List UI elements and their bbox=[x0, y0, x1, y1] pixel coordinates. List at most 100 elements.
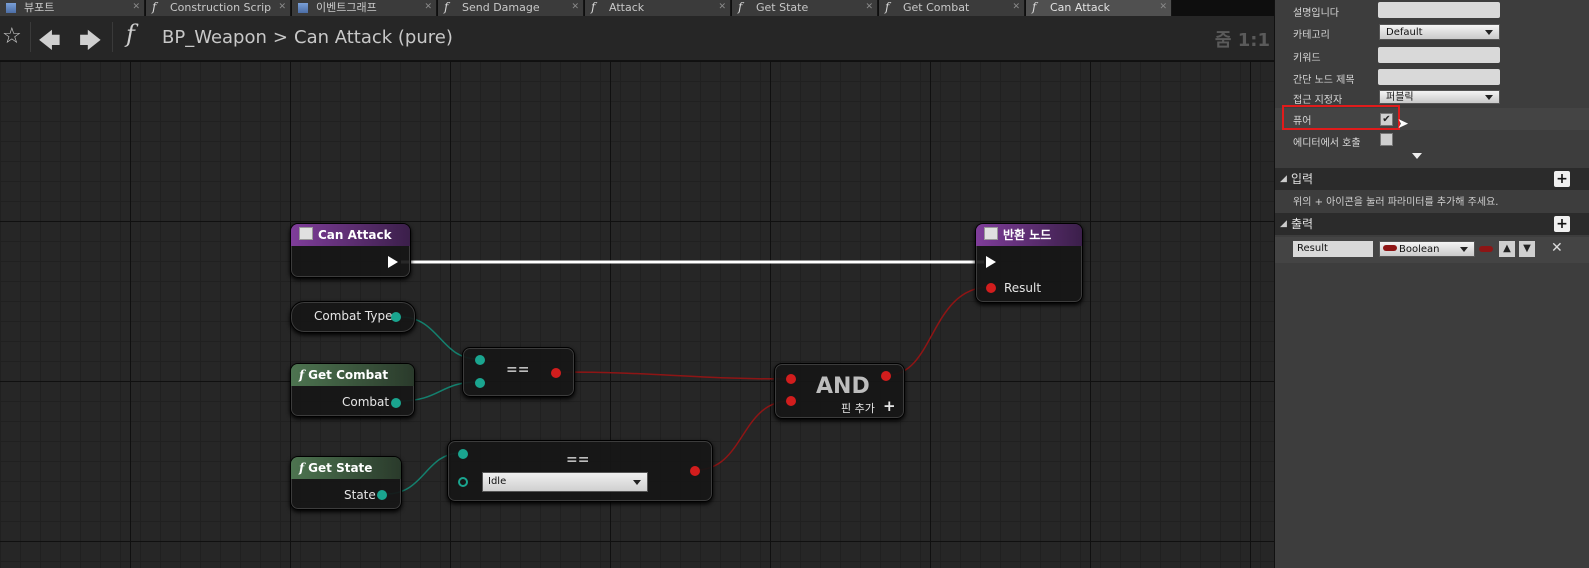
equal-enum-node-2[interactable]: == Idle bbox=[447, 440, 713, 502]
close-icon[interactable]: ✕ bbox=[278, 1, 286, 14]
tab-get-state[interactable]: f Get State ✕ bbox=[732, 0, 878, 16]
equal2-input-b-pin[interactable] bbox=[458, 477, 468, 487]
combat-output-pin[interactable] bbox=[391, 398, 401, 408]
node-title: Get Combat bbox=[308, 368, 389, 382]
inputs-hint-text: 위의 + 아이콘을 눌러 파라미터를 추가해 주세요. bbox=[1293, 197, 1499, 208]
function-entry-node[interactable]: Can Attack bbox=[290, 223, 411, 278]
close-icon[interactable]: ✕ bbox=[1012, 1, 1020, 14]
enum-selected-value: Idle bbox=[488, 476, 507, 487]
tab-event-graph[interactable]: 이벤트그래프 ✕ bbox=[292, 0, 437, 16]
row-label: 카테고리 bbox=[1293, 30, 1330, 41]
add-output-button[interactable]: + bbox=[1554, 216, 1570, 232]
node-header: f Get State bbox=[291, 457, 401, 479]
chevron-down-icon bbox=[1460, 247, 1468, 252]
add-pin-label[interactable]: 핀 추가 bbox=[841, 400, 875, 416]
equal2-input-a-pin[interactable] bbox=[458, 449, 468, 459]
tab-construction-script[interactable]: f Construction Scrip ✕ bbox=[146, 0, 291, 16]
function-icon: f bbox=[444, 0, 449, 14]
star-icon[interactable]: ☆ bbox=[2, 24, 22, 49]
function-icon: f bbox=[299, 368, 305, 382]
close-icon[interactable]: ✕ bbox=[424, 1, 432, 14]
result-input-pin[interactable] bbox=[986, 283, 996, 293]
tab-label: 뷰포트 bbox=[24, 1, 55, 14]
equal1-output-pin[interactable] bbox=[551, 368, 561, 378]
category-select[interactable]: Default bbox=[1379, 24, 1500, 40]
add-pin-icon[interactable]: + bbox=[883, 397, 896, 415]
row-label: 간단 노드 제목 bbox=[1293, 75, 1355, 86]
chevron-down-icon bbox=[1485, 30, 1493, 35]
tab-attack[interactable]: f Attack ✕ bbox=[585, 0, 731, 16]
row-label: 설명입니다 bbox=[1293, 8, 1339, 19]
node-title: Can Attack bbox=[318, 228, 392, 242]
close-icon[interactable]: ✕ bbox=[571, 1, 579, 14]
and-output-pin[interactable] bbox=[881, 371, 891, 381]
output-param-name-field[interactable]: Result bbox=[1293, 241, 1373, 257]
operator-label: == bbox=[566, 452, 590, 468]
and-boolean-node[interactable]: AND 핀 추가 + bbox=[774, 363, 905, 419]
state-output-pin[interactable] bbox=[377, 490, 387, 500]
variable-label: Combat Type bbox=[314, 309, 393, 323]
and-input-b-pin[interactable] bbox=[786, 396, 796, 406]
combat-type-variable-node[interactable]: Combat Type bbox=[290, 301, 416, 333]
node-title: 반환 노드 bbox=[1003, 228, 1052, 242]
tab-get-combat[interactable]: f Get Combat ✕ bbox=[879, 0, 1025, 16]
node-title: AND bbox=[816, 374, 870, 399]
close-icon[interactable]: ✕ bbox=[132, 1, 140, 14]
move-up-button[interactable]: ▲ bbox=[1499, 241, 1515, 257]
function-icon: f bbox=[152, 0, 157, 14]
output-param-type-select[interactable]: Boolean bbox=[1379, 241, 1475, 257]
get-state-node[interactable]: f Get State State bbox=[290, 456, 402, 510]
get-combat-node[interactable]: f Get Combat Combat bbox=[290, 363, 415, 417]
move-down-button[interactable]: ▼ bbox=[1519, 241, 1535, 257]
state-pin-label: State bbox=[344, 488, 376, 502]
equal-enum-node-1[interactable]: == bbox=[462, 347, 575, 397]
section-title: 입력 bbox=[1291, 172, 1314, 186]
blueprint-graph-canvas[interactable]: Can Attack 반환 노드 Result Combat Type f Get… bbox=[0, 61, 1290, 568]
add-input-button[interactable]: + bbox=[1554, 171, 1570, 187]
details-row-keywords: 키워드 bbox=[1275, 45, 1589, 65]
description-field[interactable] bbox=[1378, 2, 1500, 18]
details-row-call-in-editor: 에디터에서 호출 bbox=[1275, 130, 1589, 150]
toolbar-divider bbox=[30, 22, 31, 52]
output-param-row: Result Boolean ▲ ▼ ✕ bbox=[1275, 237, 1589, 263]
function-entry-icon bbox=[299, 227, 313, 240]
exec-input-pin[interactable] bbox=[986, 256, 996, 268]
details-row-description: 설명입니다 bbox=[1275, 0, 1589, 20]
exec-output-pin[interactable] bbox=[388, 256, 398, 268]
back-arrow-icon[interactable]: 🡄 bbox=[38, 24, 61, 62]
container-type-icon[interactable] bbox=[1479, 246, 1493, 252]
event-graph-icon bbox=[298, 1, 308, 16]
select-value: 퍼블릭 bbox=[1386, 92, 1414, 103]
equal2-output-pin[interactable] bbox=[690, 466, 700, 476]
combat-type-output-pin[interactable] bbox=[391, 312, 401, 322]
equal1-input-a-pin[interactable] bbox=[475, 355, 485, 365]
select-value: Default bbox=[1386, 27, 1423, 38]
breadcrumb-root[interactable]: BP_Weapon bbox=[162, 27, 267, 48]
row-label: 접근 지정자 bbox=[1293, 95, 1343, 106]
and-input-a-pin[interactable] bbox=[786, 374, 796, 384]
document-tab-bar: 뷰포트 ✕ f Construction Scrip ✕ 이벤트그래프 ✕ f … bbox=[0, 0, 1290, 16]
equal1-input-b-pin[interactable] bbox=[475, 378, 485, 388]
chevron-down-icon bbox=[1485, 95, 1493, 100]
outputs-section-header[interactable]: ◢ 출력 + bbox=[1275, 213, 1589, 235]
call-in-editor-checkbox[interactable] bbox=[1380, 133, 1393, 146]
tab-send-damage[interactable]: f Send Damage ✕ bbox=[438, 0, 584, 16]
close-icon[interactable]: ✕ bbox=[718, 1, 726, 14]
close-icon[interactable]: ✕ bbox=[1159, 1, 1167, 14]
keywords-field[interactable] bbox=[1378, 47, 1500, 63]
access-specifier-select[interactable]: 퍼블릭 bbox=[1379, 90, 1500, 104]
chevron-down-icon bbox=[633, 480, 641, 485]
breadcrumb-current: Can Attack (pure) bbox=[294, 27, 453, 48]
details-row-access-specifier: 접근 지정자 퍼블릭 bbox=[1275, 87, 1589, 107]
breadcrumb: BP_Weapon > Can Attack (pure) bbox=[162, 27, 459, 48]
remove-param-icon[interactable]: ✕ bbox=[1551, 240, 1563, 256]
tab-can-attack[interactable]: f Can Attack ✕ bbox=[1026, 0, 1172, 16]
tab-viewport[interactable]: 뷰포트 ✕ bbox=[0, 0, 145, 16]
expand-advanced-icon[interactable] bbox=[1412, 153, 1422, 159]
enum-value-dropdown[interactable]: Idle bbox=[482, 472, 648, 492]
forward-arrow-icon[interactable]: 🡆 bbox=[79, 24, 102, 62]
compact-title-field[interactable] bbox=[1378, 69, 1500, 85]
close-icon[interactable]: ✕ bbox=[865, 1, 873, 14]
return-node[interactable]: 반환 노드 Result bbox=[975, 223, 1083, 303]
inputs-section-header[interactable]: ◢ 입력 + bbox=[1275, 168, 1589, 190]
